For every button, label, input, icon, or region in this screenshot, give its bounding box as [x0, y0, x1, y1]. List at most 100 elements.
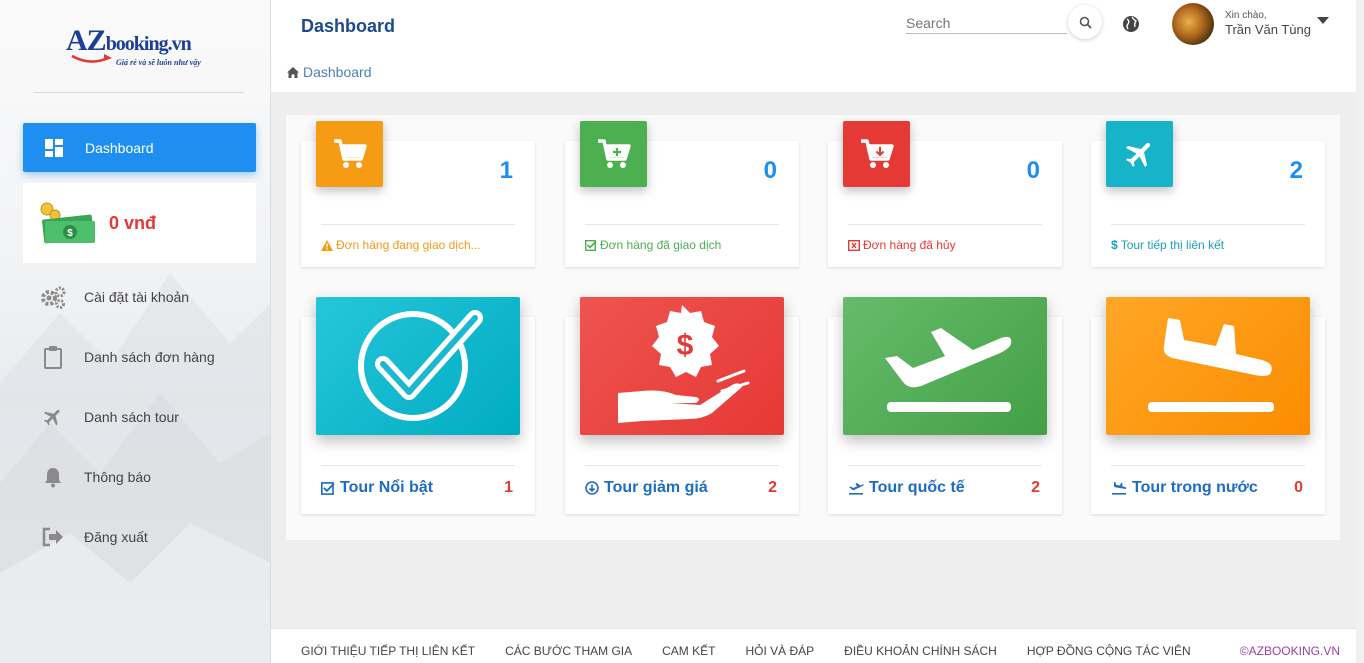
- check-square-icon: [321, 481, 335, 495]
- plane-departure-icon: [885, 328, 1012, 412]
- warning-icon: [321, 239, 333, 251]
- stat-value: 0: [1026, 157, 1040, 184]
- divider: [1111, 465, 1305, 466]
- stat-value: 2: [1289, 157, 1303, 184]
- stat-value: 1: [499, 157, 513, 184]
- divider: [585, 224, 779, 225]
- tour-count: 2: [768, 479, 777, 496]
- logo-swoosh-icon: [71, 54, 112, 63]
- plane-arrival-small-icon: [1111, 481, 1127, 495]
- top-header: Dashboard Dashboard Xin chào, Trần Văn T…: [271, 0, 1364, 92]
- sidebar-item-account-settings[interactable]: Cài đặt tài khoản: [40, 284, 189, 310]
- cart-download-icon: [860, 139, 894, 168]
- greeting-text: Xin chào,: [1225, 10, 1267, 21]
- stat-label: Đơn hàng đang giao dịch...: [336, 238, 481, 252]
- footer-link-commitment[interactable]: CAM KẾT: [662, 644, 715, 658]
- dashboard-icon: [45, 138, 63, 157]
- money-icon: $: [40, 202, 95, 244]
- arrow-circle-down-icon: [585, 481, 599, 495]
- tour-count: 2: [1031, 479, 1040, 496]
- stat-label: Đơn hàng đã hủy: [863, 238, 956, 252]
- footer-link-faq[interactable]: HỎI VÀ ĐÁP: [745, 644, 814, 658]
- sidebar-item-label: Danh sách tour: [84, 409, 179, 425]
- stat-card-cancelled-orders[interactable]: 0 Đơn hàng đã hủy: [828, 121, 1062, 267]
- plane-departure-small-icon: [848, 481, 864, 495]
- cart-icon: [333, 139, 367, 168]
- tour-label[interactable]: Tour Nổi bật: [321, 479, 433, 497]
- plane-arrival-icon: [1148, 318, 1274, 412]
- sidebar-item-dashboard[interactable]: Dashboard: [23, 123, 256, 172]
- search-icon: [1079, 16, 1092, 29]
- stat-icon-box: [1106, 121, 1173, 187]
- sidebar: AZbooking.vn Giá rẻ và sẽ luôn như vậy D…: [0, 0, 271, 663]
- gears-icon: [40, 284, 66, 310]
- logo-tagline: Giá rẻ và sẽ luôn như vậy: [116, 58, 201, 67]
- sidebar-item-notifications[interactable]: Thông báo: [40, 464, 151, 490]
- stat-footer: Đơn hàng đã hủy: [848, 238, 956, 252]
- azbooking-logo[interactable]: AZbooking.vn Giá rẻ và sẽ luôn như vậy: [66, 24, 216, 74]
- stat-label: Tour tiếp thị liên kết: [1120, 238, 1225, 252]
- stat-icon-box: [580, 121, 647, 187]
- logo-rest: booking.vn: [105, 33, 192, 55]
- tour-image: [316, 297, 520, 435]
- tour-image: [843, 297, 1047, 435]
- chevron-down-icon[interactable]: [1317, 17, 1329, 24]
- sidebar-item-label: Danh sách đơn hàng: [84, 349, 215, 365]
- tour-card-discount[interactable]: $ Tour giảm giá 2: [565, 297, 799, 514]
- close-box-icon: [848, 239, 860, 251]
- stat-value: 0: [763, 157, 777, 184]
- stat-footer: Đơn hàng đã giao dịch: [585, 238, 721, 252]
- globe-icon[interactable]: [1122, 15, 1140, 33]
- wallet-amount: 0 vnđ: [109, 212, 157, 233]
- sidebar-item-label: Dashboard: [85, 139, 154, 156]
- stat-footer: $ Tour tiếp thị liên kết: [1111, 238, 1224, 252]
- footer-link-join-steps[interactable]: CÁC BƯỚC THAM GIA: [505, 644, 632, 658]
- stat-icon-box: [843, 121, 910, 187]
- tour-label[interactable]: Tour giảm giá: [585, 479, 708, 497]
- divider: [848, 224, 1042, 225]
- svg-text:$: $: [67, 228, 73, 239]
- tour-card-domestic[interactable]: Tour trong nước 0: [1091, 297, 1325, 514]
- username[interactable]: Trần Văn Tùng: [1225, 22, 1311, 37]
- plane-icon: [40, 404, 66, 430]
- stat-icon-box: [316, 121, 383, 187]
- sidebar-item-label: Cài đặt tài khoản: [84, 289, 190, 305]
- stat-card-affiliate-tours[interactable]: 2 $ Tour tiếp thị liên kết: [1091, 121, 1325, 267]
- footer-link-terms[interactable]: ĐIỀU KHOẢN CHÍNH SÁCH: [844, 644, 997, 658]
- search-button[interactable]: [1068, 5, 1102, 39]
- cart-plus-icon: [597, 139, 631, 168]
- breadcrumb-label: Dashboard: [303, 64, 372, 80]
- sidebar-item-order-list[interactable]: Danh sách đơn hàng: [40, 344, 215, 370]
- stat-label: Đơn hàng đã giao dịch: [600, 238, 722, 252]
- stat-card-completed-orders[interactable]: 0 Đơn hàng đã giao dịch: [565, 121, 799, 267]
- footer-link-affiliate-intro[interactable]: GIỚI THIỆU TIẾP THỊ LIÊN KẾT: [301, 644, 475, 658]
- stat-footer: Đơn hàng đang giao dịch...: [321, 238, 481, 252]
- tour-card-featured[interactable]: Tour Nổi bật 1: [301, 297, 535, 514]
- sidebar-item-tour-list[interactable]: Danh sách tour: [40, 404, 179, 430]
- wallet-balance: $ 0 vnđ: [23, 183, 256, 263]
- divider: [1111, 224, 1305, 225]
- avatar[interactable]: [1172, 3, 1214, 45]
- tour-label-text: Tour quốc tế: [869, 479, 965, 496]
- sidebar-item-logout[interactable]: Đăng xuất: [40, 524, 148, 550]
- divider: [585, 465, 779, 466]
- check-circle-icon: [358, 310, 483, 421]
- search-input[interactable]: [906, 12, 1067, 34]
- clipboard-icon: [40, 344, 66, 370]
- tour-count: 0: [1294, 479, 1303, 496]
- footer-link-contract[interactable]: HỢP ĐỒNG CỘNG TÁC VIÊN: [1027, 644, 1191, 658]
- check-square-icon: [585, 239, 597, 251]
- svg-text:$: $: [677, 329, 694, 362]
- scrollbar[interactable]: [1356, 0, 1364, 663]
- divider: [848, 465, 1042, 466]
- tour-card-international[interactable]: Tour quốc tế 2: [828, 297, 1062, 514]
- sidebar-item-label: Thông báo: [84, 469, 151, 485]
- home-icon: [287, 66, 299, 78]
- tour-label[interactable]: Tour quốc tế: [848, 479, 965, 497]
- logout-icon: [40, 524, 66, 550]
- dollar-icon: $: [1111, 238, 1118, 252]
- copyright: ©AZBOOKING.VN: [1239, 644, 1340, 658]
- tour-label[interactable]: Tour trong nước: [1111, 479, 1258, 497]
- breadcrumb[interactable]: Dashboard: [287, 64, 372, 80]
- stat-card-pending-orders[interactable]: 1 Đơn hàng đang giao dịch...: [301, 121, 535, 267]
